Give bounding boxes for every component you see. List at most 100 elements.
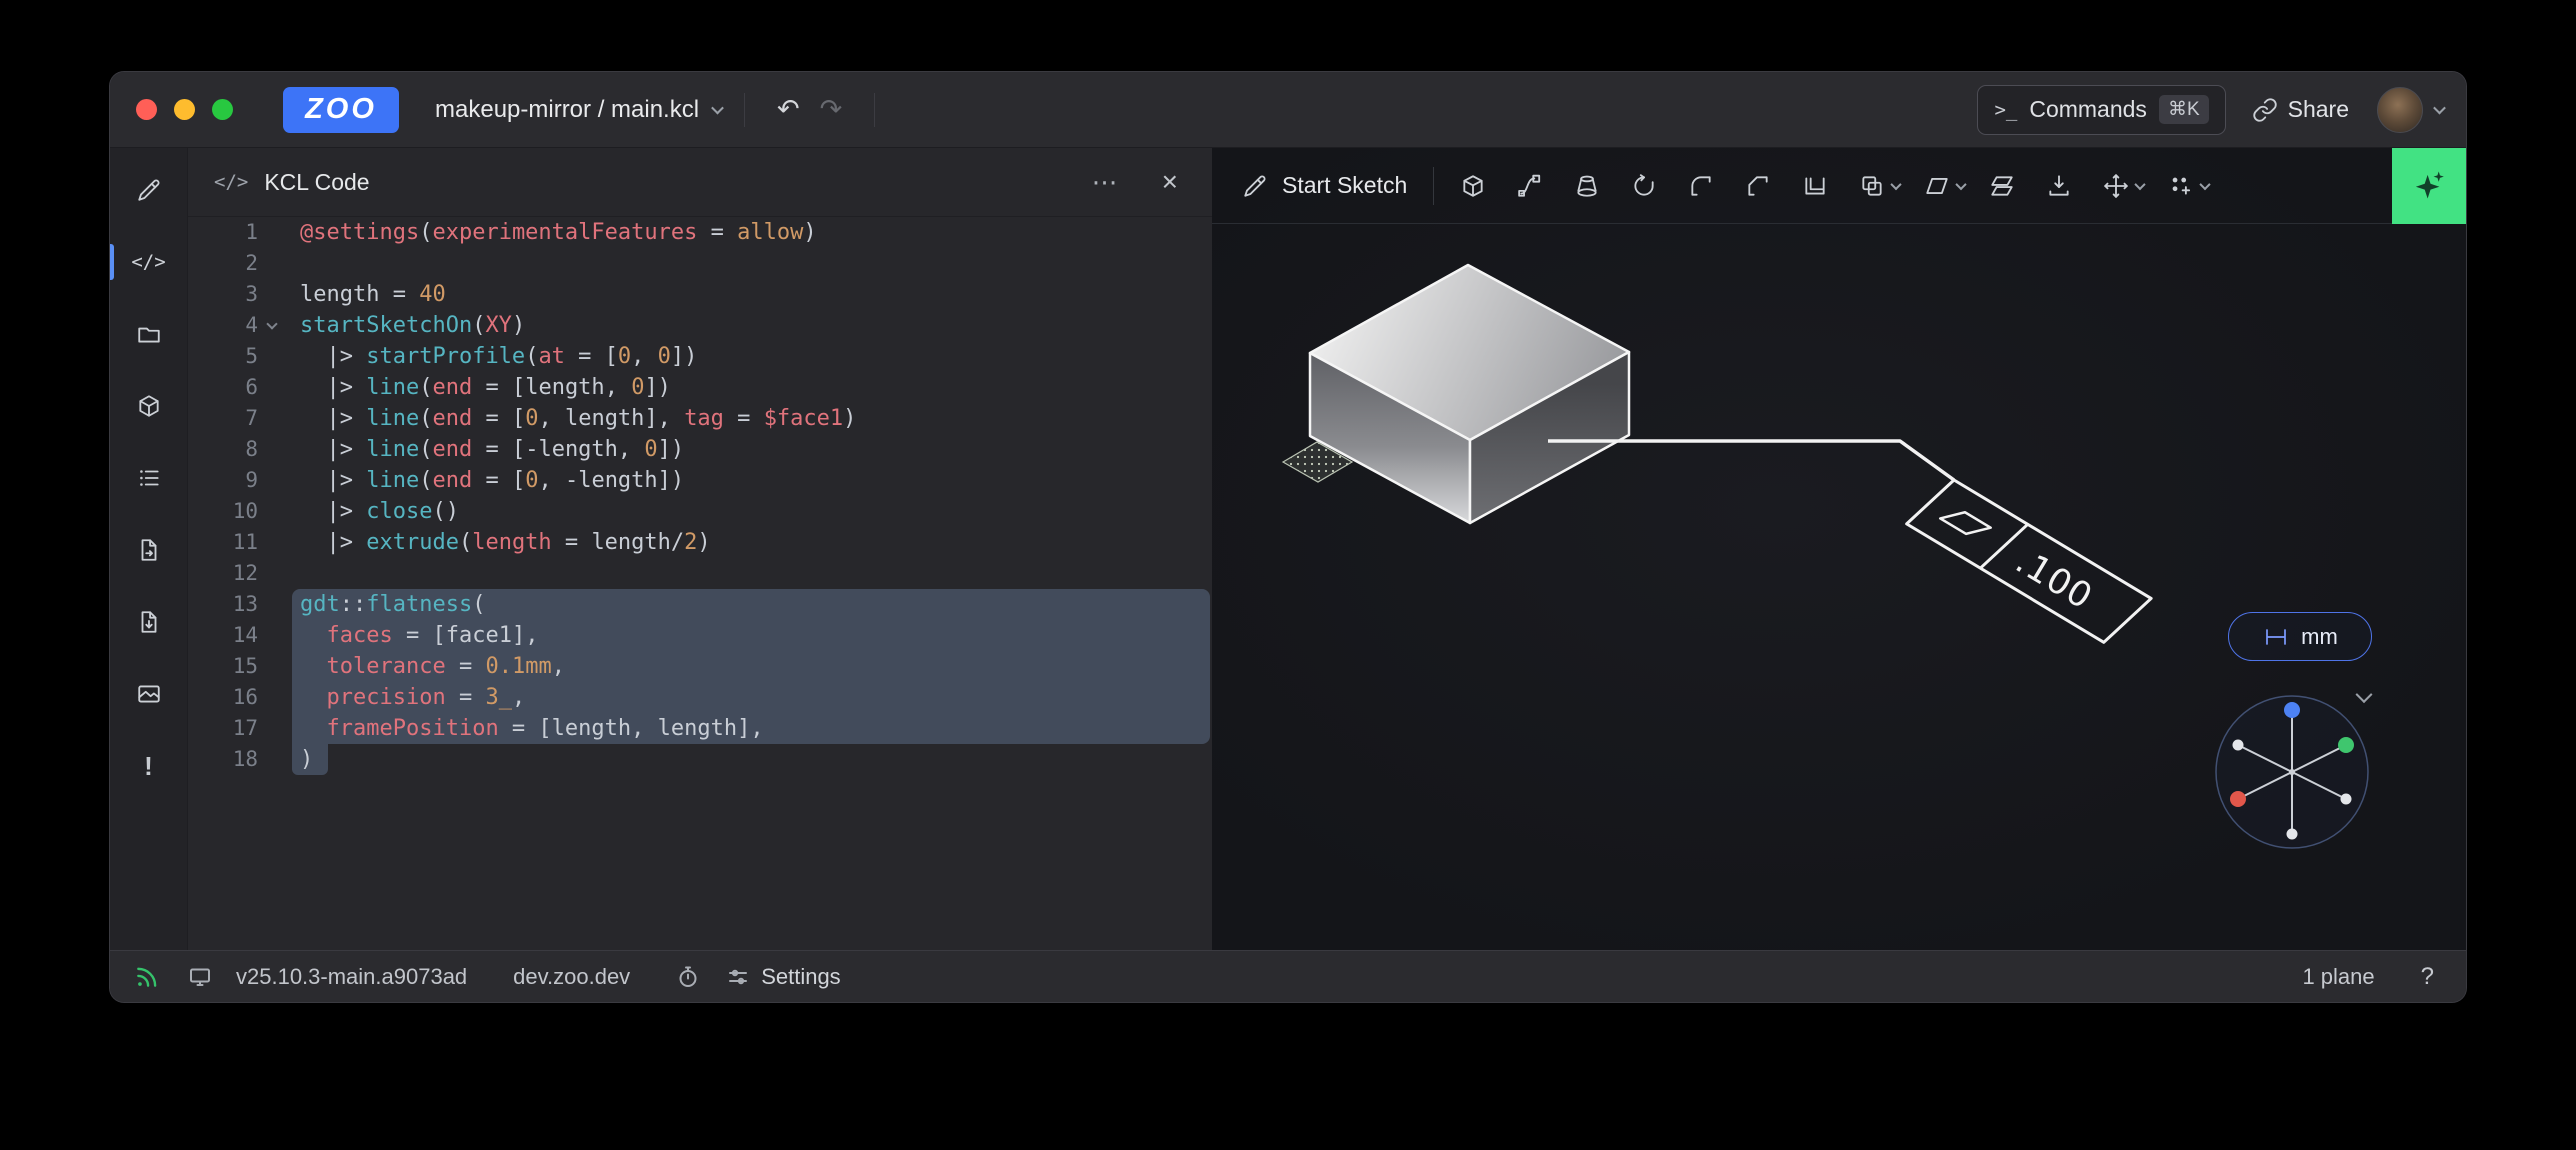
sidebar-item-project-files[interactable] bbox=[110, 298, 187, 370]
extruded-cube[interactable] bbox=[1310, 265, 1629, 523]
app-version[interactable]: v25.10.3-main.a9073ad bbox=[236, 964, 467, 990]
help-button[interactable]: ? bbox=[2421, 963, 2434, 991]
toolbar-loft-button[interactable] bbox=[1574, 173, 1600, 199]
toolbar-transform-button[interactable] bbox=[2103, 173, 2144, 199]
file-export-icon bbox=[136, 537, 162, 563]
code-line[interactable]: 9 |> line(end = [0, -length]) bbox=[188, 465, 1212, 496]
toolbar-plane-button[interactable] bbox=[1924, 173, 1965, 199]
code-text: tolerance = 0.1mm, bbox=[300, 651, 565, 682]
sidebar-item-kcl-code[interactable]: </> bbox=[110, 226, 187, 298]
toolbar-surface-button[interactable] bbox=[1989, 173, 2015, 199]
code-icon: </> bbox=[214, 171, 248, 193]
ai-sparkle-button[interactable] bbox=[2392, 148, 2466, 224]
sidebar-item-report-issue[interactable]: ! bbox=[110, 730, 187, 802]
display-icon[interactable] bbox=[188, 965, 212, 989]
toolbar-pattern-button[interactable] bbox=[2168, 173, 2209, 199]
toolbar-extrude-button[interactable] bbox=[1460, 173, 1486, 199]
code-text: precision = 3_, bbox=[300, 682, 525, 713]
sidebar-item-parts-list[interactable] bbox=[110, 442, 187, 514]
toolbar-boolean-button[interactable] bbox=[1859, 173, 1900, 199]
minimize-window-button[interactable] bbox=[174, 99, 195, 120]
gizmo-axis-y-positive[interactable] bbox=[2338, 737, 2354, 753]
panel-menu-button[interactable]: ⋯ bbox=[1084, 167, 1126, 198]
code-line[interactable]: 12 bbox=[188, 558, 1212, 589]
redo-button[interactable]: ↷ bbox=[810, 94, 853, 125]
code-line[interactable]: 16 precision = 3_, bbox=[188, 682, 1212, 713]
line-number: 1 bbox=[188, 217, 258, 248]
code-line[interactable]: 4startSketchOn(XY) bbox=[188, 310, 1212, 341]
share-button[interactable]: Share bbox=[2252, 96, 2349, 123]
gizmo-axis-z-positive[interactable] bbox=[2284, 702, 2300, 718]
gizmo-axis-y-negative[interactable] bbox=[2233, 740, 2244, 751]
toolbar-fillet-button[interactable] bbox=[1688, 173, 1714, 199]
toolbar-shell-button[interactable] bbox=[1802, 173, 1828, 199]
code-line[interactable]: 13gdt::flatness( bbox=[188, 589, 1212, 620]
main-content: </> bbox=[110, 148, 2466, 950]
sidebar-item-sketch[interactable] bbox=[110, 154, 187, 226]
settings-button[interactable]: Settings bbox=[726, 964, 841, 990]
loft-icon bbox=[1574, 173, 1600, 199]
gizmo-center bbox=[2289, 769, 2295, 775]
code-line[interactable]: 2 bbox=[188, 248, 1212, 279]
toolbar-chamfer-button[interactable] bbox=[1745, 173, 1771, 199]
gdt-annotation[interactable]: .100 bbox=[1548, 441, 2151, 652]
titlebar: ZOO makeup-mirror / main.kcl ↶ ↷ >_ Comm… bbox=[110, 72, 2466, 148]
environment-link[interactable]: dev.zoo.dev bbox=[513, 964, 630, 990]
list-icon bbox=[136, 465, 162, 491]
commands-button[interactable]: >_ Commands ⌘K bbox=[1977, 85, 2225, 135]
code-line[interactable]: 18) bbox=[188, 744, 1212, 775]
active-tab-indicator bbox=[110, 244, 114, 280]
code-line[interactable]: 10 |> close() bbox=[188, 496, 1212, 527]
sidebar-item-model[interactable] bbox=[110, 370, 187, 442]
code-line[interactable]: 17 framePosition = [length, length], bbox=[188, 713, 1212, 744]
code-text: framePosition = [length, length], bbox=[300, 713, 764, 744]
code-line[interactable]: 1 @settings(experimentalFeatures = allow) bbox=[188, 217, 1212, 248]
close-window-button[interactable] bbox=[136, 99, 157, 120]
toolbar-import-button[interactable] bbox=[2046, 173, 2072, 199]
toolbar-sweep-button[interactable] bbox=[1517, 173, 1543, 199]
code-line[interactable]: 3length = 40 bbox=[188, 279, 1212, 310]
code-editor[interactable]: 1 @settings(experimentalFeatures = allow)… bbox=[188, 217, 1212, 950]
timer-icon[interactable] bbox=[676, 965, 700, 989]
units-button[interactable]: mm bbox=[2228, 612, 2372, 661]
toolbar-revolve-button[interactable] bbox=[1631, 173, 1657, 199]
code-line[interactable]: 5 |> startProfile(at = [0, 0]) bbox=[188, 341, 1212, 372]
code-line[interactable]: 6 |> line(end = [length, 0]) bbox=[188, 372, 1212, 403]
network-status-icon[interactable] bbox=[134, 964, 160, 990]
sidebar-item-screenshot[interactable] bbox=[110, 658, 187, 730]
user-avatar[interactable] bbox=[2377, 87, 2423, 133]
maximize-window-button[interactable] bbox=[212, 99, 233, 120]
zoo-logo[interactable]: ZOO bbox=[283, 87, 399, 133]
viewport[interactable]: Start Sketch bbox=[1212, 148, 2466, 950]
code-line[interactable]: 15 tolerance = 0.1mm, bbox=[188, 651, 1212, 682]
shortcut-badge: ⌘K bbox=[2159, 95, 2209, 124]
code-line[interactable]: 8 |> line(end = [-length, 0]) bbox=[188, 434, 1212, 465]
chevron-down-icon[interactable] bbox=[2433, 102, 2446, 115]
boolean-icon bbox=[1859, 173, 1885, 199]
sidebar-item-file-export[interactable] bbox=[110, 514, 187, 586]
panel-header: </> KCL Code ⋯ × bbox=[188, 148, 1212, 217]
line-number: 16 bbox=[188, 682, 258, 713]
code-text: @settings(experimentalFeatures = allow) bbox=[300, 217, 817, 248]
code-lines: 1 @settings(experimentalFeatures = allow)… bbox=[188, 217, 1212, 775]
line-number: 3 bbox=[188, 279, 258, 310]
gizmo-axis-z-negative[interactable] bbox=[2287, 829, 2298, 840]
code-line[interactable]: 14 faces = [face1], bbox=[188, 620, 1212, 651]
panel-close-button[interactable]: × bbox=[1154, 166, 1186, 198]
fold-chevron-icon[interactable] bbox=[266, 318, 277, 329]
project-title-menu[interactable]: makeup-mirror / main.kcl bbox=[435, 96, 722, 124]
sidebar-item-file-save[interactable] bbox=[110, 586, 187, 658]
plane-count[interactable]: 1 plane bbox=[2302, 964, 2374, 990]
viewport-toolbar: Start Sketch bbox=[1212, 148, 2466, 224]
gizmo-axis-x-positive[interactable] bbox=[2230, 791, 2246, 807]
start-sketch-button[interactable]: Start Sketch bbox=[1242, 172, 1407, 199]
code-line[interactable]: 7 |> line(end = [0, length], tag = $face… bbox=[188, 403, 1212, 434]
desktop-background: ZOO makeup-mirror / main.kcl ↶ ↷ >_ Comm… bbox=[0, 0, 2576, 1150]
pattern-icon bbox=[2168, 173, 2194, 199]
code-text: startSketchOn(XY) bbox=[300, 310, 525, 341]
orientation-gizmo[interactable] bbox=[2214, 694, 2370, 850]
undo-button[interactable]: ↶ bbox=[767, 94, 810, 125]
code-line[interactable]: 11 |> extrude(length = length/2) bbox=[188, 527, 1212, 558]
gizmo-axis-x-negative[interactable] bbox=[2341, 794, 2352, 805]
pencil-icon bbox=[136, 177, 162, 203]
